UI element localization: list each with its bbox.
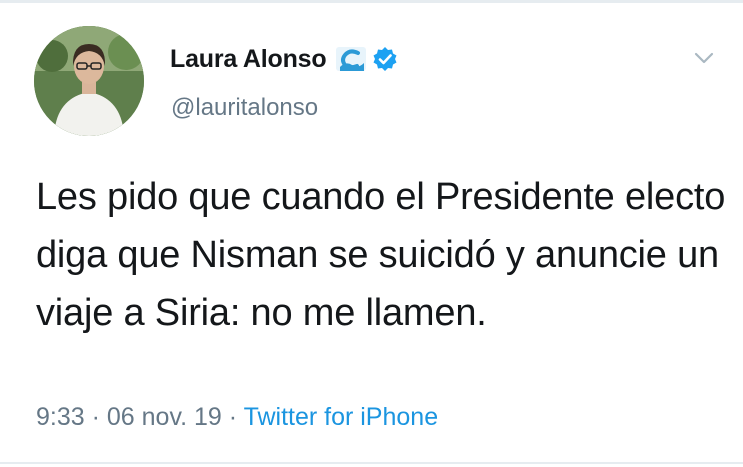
avatar[interactable] — [34, 26, 144, 136]
verified-icon — [372, 46, 398, 72]
chevron-down-icon[interactable] — [692, 48, 716, 68]
tweet-date[interactable]: 06 nov. 19 — [107, 403, 222, 431]
bottom-divider — [0, 462, 743, 464]
user-handle[interactable]: @lauritalonso — [171, 94, 318, 122]
top-divider — [0, 0, 743, 3]
display-name[interactable]: Laura Alonso — [170, 45, 327, 74]
tweet-text: Les pido que cuando el Presidente electo… — [36, 176, 726, 334]
meta-separator: · — [221, 403, 244, 431]
author-name-row[interactable]: Laura Alonso — [170, 44, 398, 74]
tweet-time[interactable]: 9:33 — [36, 403, 85, 431]
wave-icon — [336, 47, 367, 71]
profile-photo-icon — [34, 26, 144, 136]
tweet-source-link[interactable]: Twitter for iPhone — [244, 403, 439, 431]
tweet-meta: 9:33 · 06 nov. 19 · Twitter for iPhone — [36, 403, 438, 432]
meta-separator: · — [84, 403, 107, 431]
